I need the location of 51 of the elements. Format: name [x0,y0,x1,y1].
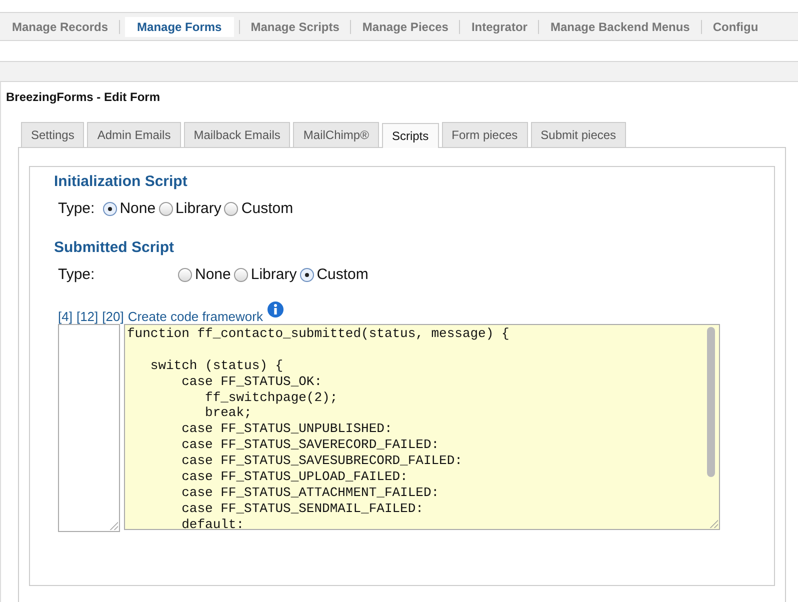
code-line: function ff_contacto_submitted(status, message) { [127,326,510,342]
code-line: case FF_STATUS_UNPUBLISHED: [180,421,394,438]
code-line: ff_switchpage(2); [204,390,339,406]
radio-button[interactable] [158,202,173,216]
type-label: Type: [58,266,96,283]
code-line: case FF_STATUS_OK: [180,374,324,390]
link[interactable]: [20] [102,309,124,324]
radio-label: Custom [316,266,368,283]
radio-button[interactable] [224,202,238,216]
code-line: case FF_STATUS_ATTACHMENT_FAILED: [180,484,440,501]
section-title: Submitted Script [54,239,176,256]
radio-label: Library [250,266,297,283]
code-line: default: [180,516,246,529]
tab[interactable]: Form pieces [442,122,528,147]
code-line: case FF_STATUS_UPLOAD_FAILED: [180,469,409,485]
menu-item[interactable]: Manage Backend Menus [544,16,696,36]
menu-item[interactable]: Manage Records [6,16,114,36]
link[interactable]: [4] [58,309,72,324]
radio-label: Custom [241,200,294,217]
tab[interactable]: Admin Emails [87,122,181,147]
page-title: BreezingForms - Edit Form [6,90,162,104]
radio-label: None [120,200,156,217]
code-line: case FF_STATUS_SENDMAIL_FAILED: [180,500,424,517]
link[interactable]: [12] [76,309,98,324]
menu-item[interactable]: Integrator [465,16,534,36]
menu-item[interactable]: Configu [706,16,764,36]
section-title: Initialization Script [54,173,188,190]
tab[interactable]: MailChimp® [293,122,379,147]
radio-button[interactable] [178,268,192,282]
code-line: switch (status) { [149,358,284,374]
radio-button[interactable] [102,202,117,216]
radio-label: Library [176,200,222,217]
info-icon[interactable] [266,301,284,318]
tab[interactable]: Submit pieces [530,122,626,147]
radio-label: None [195,266,231,283]
code-line: case FF_STATUS_SAVESUBRECORD_FAILED: [180,453,464,470]
radio-button[interactable] [234,268,248,282]
tab[interactable]: Settings [21,122,84,147]
menu-item[interactable]: Manage Pieces [356,16,454,36]
menu-item[interactable]: Manage Scripts [244,16,346,36]
tab[interactable]: Mailback Emails [184,122,290,147]
line-number-field[interactable] [58,324,120,532]
radio-button[interactable] [300,268,314,282]
tab[interactable]: Scripts [382,123,439,148]
link[interactable]: Create code framework [128,309,263,324]
code-line: case FF_STATUS_SAVERECORD_FAILED: [180,437,440,454]
type-label: Type: [58,200,95,217]
scrollbar-thumb[interactable] [707,327,715,477]
code-editor[interactable] [124,324,720,530]
menu-item[interactable]: Manage Forms [125,16,234,36]
code-line: break; [204,405,253,422]
